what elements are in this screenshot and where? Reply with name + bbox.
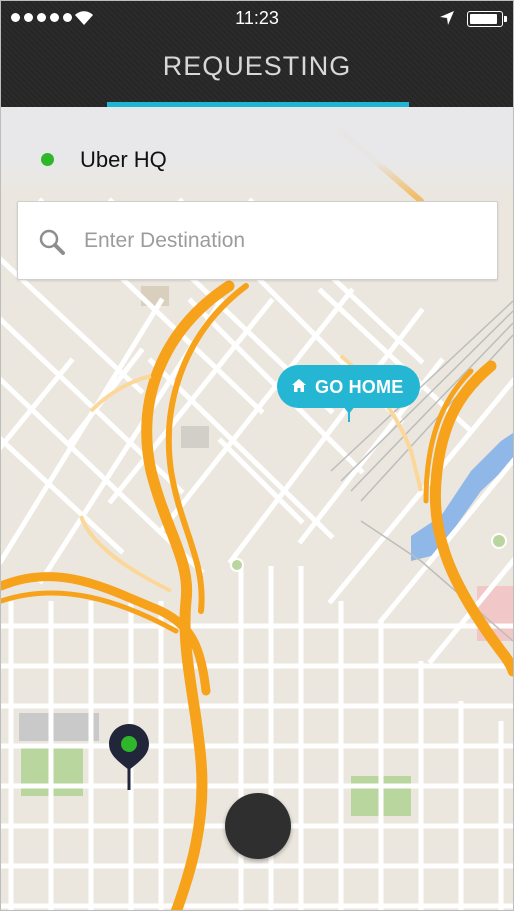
destination-input[interactable] <box>82 224 476 258</box>
pickup-dot-icon <box>41 153 54 166</box>
battery-icon <box>467 11 507 27</box>
pickup-location-bar[interactable]: Uber HQ <box>1 107 513 197</box>
pickup-label: Uber HQ <box>80 147 167 172</box>
page-title: REQUESTING <box>162 51 352 81</box>
request-button[interactable] <box>225 793 291 859</box>
location-arrow-icon <box>440 11 454 25</box>
request-progress-bar <box>107 102 409 107</box>
status-time: 11:23 <box>235 8 279 28</box>
app-frame: Uber HQ GO HOME 11:23 <box>0 0 514 911</box>
battery-level <box>470 14 497 24</box>
go-home-button[interactable]: GO HOME <box>277 365 420 422</box>
home-icon <box>292 379 306 392</box>
status-bar: 11:23 <box>1 1 513 35</box>
go-home-stem <box>348 412 350 422</box>
location-pin-icon[interactable] <box>107 722 151 792</box>
destination-search-box[interactable] <box>17 201 498 280</box>
top-bar: 11:23 REQUESTING <box>1 1 513 107</box>
go-home-label: GO HOME <box>315 377 404 397</box>
search-icon <box>39 229 65 255</box>
